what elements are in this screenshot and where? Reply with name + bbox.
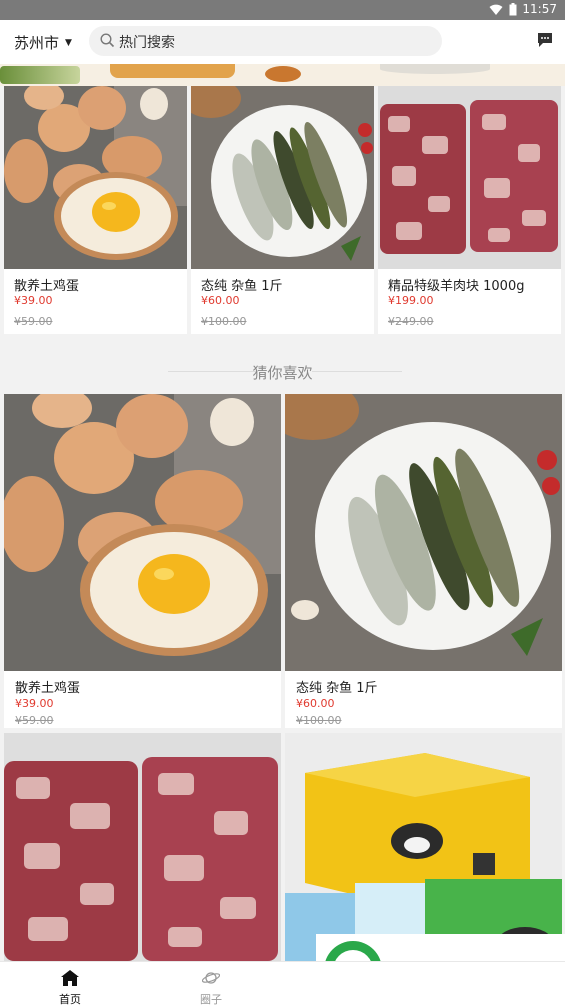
tab-home[interactable]: 首页 bbox=[20, 962, 120, 1008]
city-selector[interactable]: 苏州市 ▼ bbox=[14, 32, 72, 53]
product-name: 精品特级羊肉块 1000g bbox=[388, 279, 525, 294]
section-title: 猜你喜欢 bbox=[252, 364, 313, 382]
product-price: ¥60.00 bbox=[201, 294, 240, 307]
product-original-price: ¥59.00 bbox=[15, 714, 54, 727]
search-icon bbox=[100, 33, 115, 48]
search-placeholder: 热门搜索 bbox=[119, 35, 175, 51]
product-original-price: ¥59.00 bbox=[14, 315, 53, 328]
product-image-mutton bbox=[4, 733, 281, 961]
planet-icon bbox=[202, 972, 220, 984]
product-image-boxed-mutton bbox=[285, 733, 562, 961]
bottom-tab-bar: 首页 圈子 bbox=[0, 961, 565, 1008]
wifi-icon bbox=[489, 4, 503, 15]
product-price: ¥60.00 bbox=[296, 697, 335, 710]
product-image-mutton bbox=[378, 86, 561, 269]
product-image-eggs bbox=[4, 86, 187, 269]
tab-label: 首页 bbox=[59, 993, 81, 1006]
caret-down-icon: ▼ bbox=[65, 37, 72, 48]
product-card[interactable]: 态纯 杂鱼 1斤 ¥60.00 ¥100.00 bbox=[285, 394, 562, 728]
product-original-price: ¥100.00 bbox=[201, 315, 247, 328]
product-image-fish bbox=[191, 86, 374, 269]
status-time: 11:57 bbox=[522, 2, 557, 16]
product-card[interactable]: 散养土鸡蛋 ¥39.00 ¥59.00 bbox=[4, 394, 281, 728]
product-card[interactable] bbox=[285, 733, 562, 961]
search-bar[interactable]: 热门搜索 bbox=[89, 26, 442, 56]
product-card[interactable]: 态纯 杂鱼 1斤 ¥60.00 ¥100.00 bbox=[191, 86, 374, 334]
product-price: ¥39.00 bbox=[14, 294, 53, 307]
product-original-price: ¥100.00 bbox=[296, 714, 342, 727]
product-name: 态纯 杂鱼 1斤 bbox=[201, 279, 283, 294]
banner-image[interactable] bbox=[0, 64, 565, 86]
product-price: ¥199.00 bbox=[388, 294, 434, 307]
product-card[interactable]: 散养土鸡蛋 ¥39.00 ¥59.00 bbox=[4, 86, 187, 334]
product-original-price: ¥249.00 bbox=[388, 315, 434, 328]
product-name: 散养土鸡蛋 bbox=[15, 681, 81, 696]
product-price: ¥39.00 bbox=[15, 697, 54, 710]
tab-label: 圈子 bbox=[200, 993, 222, 1006]
product-card[interactable] bbox=[4, 733, 281, 961]
product-name: 态纯 杂鱼 1斤 bbox=[296, 681, 378, 696]
battery-icon bbox=[509, 3, 517, 16]
status-bar: 11:57 bbox=[0, 0, 565, 20]
product-image-fish bbox=[285, 394, 562, 671]
message-icon[interactable] bbox=[537, 32, 553, 48]
city-label: 苏州市 bbox=[14, 34, 60, 52]
product-card[interactable]: 精品特级羊肉块 1000g ¥199.00 ¥249.00 bbox=[378, 86, 561, 334]
section-header: 猜你喜欢 bbox=[0, 360, 565, 384]
product-name: 散养土鸡蛋 bbox=[14, 279, 80, 294]
divider bbox=[312, 371, 402, 372]
tab-circle[interactable]: 圈子 bbox=[161, 962, 261, 1008]
product-image-eggs bbox=[4, 394, 281, 671]
featured-products: 散养土鸡蛋 ¥39.00 ¥59.00 态纯 杂鱼 1斤 ¥60.00 ¥100… bbox=[0, 86, 565, 336]
home-icon bbox=[61, 970, 79, 986]
top-header: 苏州市 ▼ 热门搜索 bbox=[0, 20, 565, 64]
